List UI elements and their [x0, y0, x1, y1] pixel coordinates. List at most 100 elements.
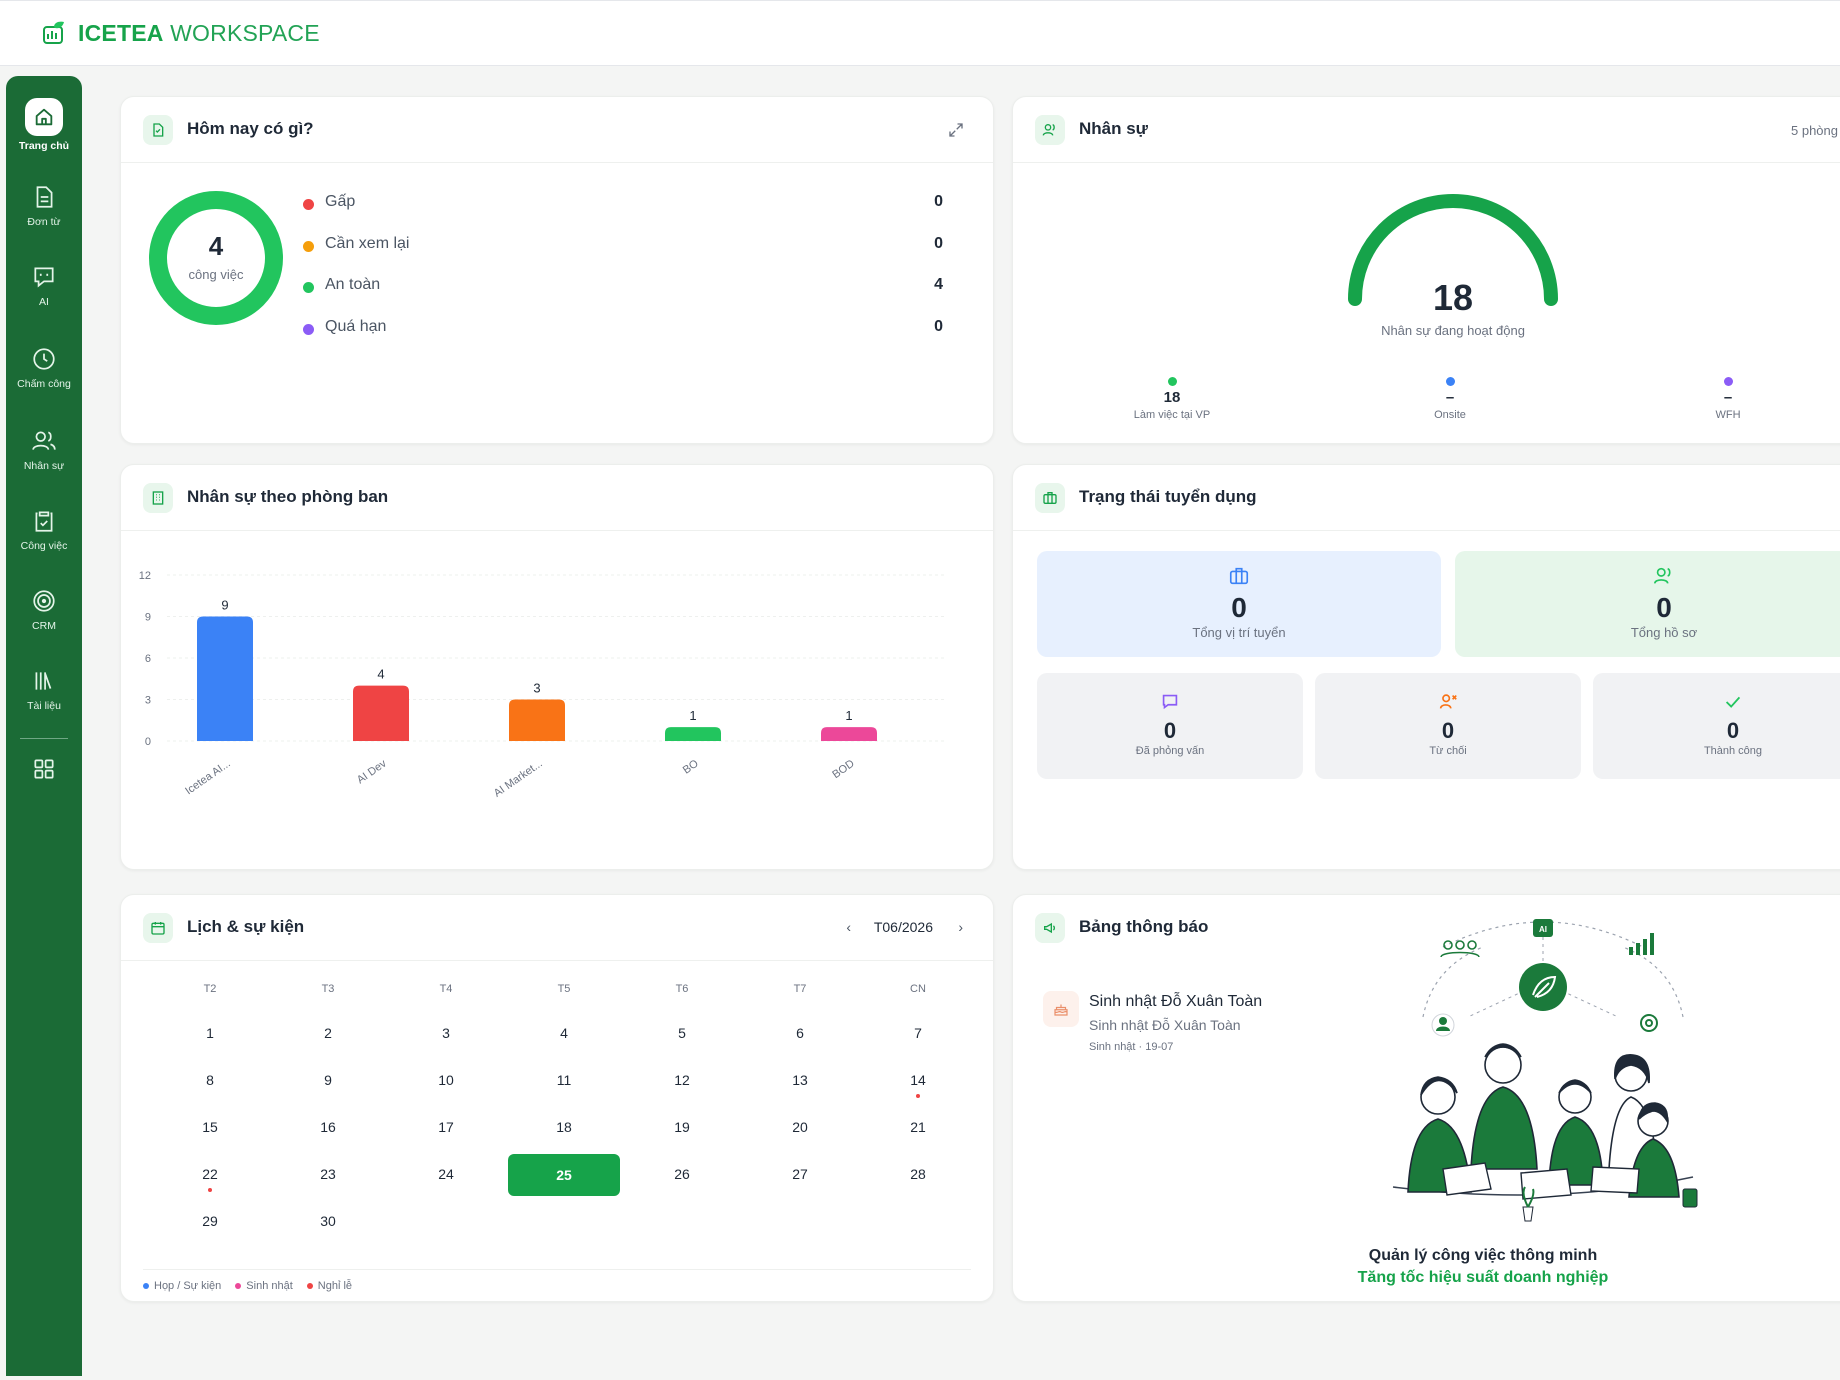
day-number: 15 [202, 1119, 218, 1135]
day-number: 6 [796, 1025, 804, 1041]
sidebar-item-apps[interactable] [6, 756, 82, 782]
calendar-day[interactable]: 27 [741, 1152, 859, 1199]
priority-dot [303, 241, 314, 252]
priority-row-overdue[interactable]: Quá hạn 0 [303, 318, 963, 340]
day-number: 26 [674, 1166, 690, 1182]
calendar-day[interactable]: 3 [387, 1011, 505, 1058]
calendar-day[interactable]: 4 [505, 1011, 623, 1058]
calendar-day[interactable]: 20 [741, 1105, 859, 1152]
calendar-day[interactable]: 30 [269, 1199, 387, 1246]
total-applications-value: 0 [1656, 592, 1672, 623]
promo-line-2: Tăng tốc hiệu suất doanh nghiệp [1357, 1269, 1609, 1286]
day-number: 29 [202, 1213, 218, 1229]
calendar-day[interactable]: 10 [387, 1058, 505, 1105]
cake-icon [1043, 991, 1079, 1027]
calendar-day[interactable]: 26 [623, 1152, 741, 1199]
priority-row-review[interactable]: Cần xem lại 0 [303, 235, 963, 257]
notice-meta: Sinh nhật · 19-07 [1089, 1041, 1174, 1053]
sidebar-item-label: AI [39, 296, 49, 308]
priority-name: Quá hạn [325, 318, 387, 335]
interviewed-tile[interactable]: 0 Đã phỏng vấn [1037, 673, 1303, 779]
brand-name: ICETEA WORKSPACE [78, 20, 320, 47]
priority-name: An toàn [325, 276, 381, 293]
sidebar-item-label: Công việc [20, 540, 68, 552]
calendar-day[interactable]: 23 [269, 1152, 387, 1199]
sidebar-item-docs[interactable]: Tài liệu [6, 668, 82, 712]
clock-icon [33, 348, 55, 370]
svg-text:AI: AI [1539, 925, 1547, 934]
hired-tile[interactable]: 0 Thành công [1593, 673, 1840, 779]
day-number: 28 [910, 1166, 926, 1182]
chat-icon [1162, 694, 1178, 710]
sidebar-item-crm[interactable]: CRM [6, 588, 82, 632]
day-number: 12 [674, 1072, 690, 1088]
notice-item[interactable]: Sinh nhật Đỗ Xuân Toàn Sinh nhật Đỗ Xuân… [1043, 991, 1403, 1061]
bar-value-label: 1 [689, 708, 696, 723]
calendar-day[interactable]: 17 [387, 1105, 505, 1152]
total-applications-tile[interactable]: 0 Tổng hồ sơ [1455, 551, 1840, 657]
y-tick-label: 12 [139, 570, 151, 582]
briefcase-icon [1035, 483, 1065, 513]
sidebar-item-requests[interactable]: Đơn từ [6, 184, 82, 228]
weekday-label: CN [910, 983, 926, 995]
day-number: 22 [202, 1166, 218, 1182]
day-number: 14 [910, 1072, 926, 1088]
calendar-day[interactable]: 21 [859, 1105, 977, 1152]
calendar-day[interactable]: 9 [269, 1058, 387, 1105]
calendar-day[interactable]: 2 [269, 1011, 387, 1058]
calendar-day[interactable]: 24 [387, 1152, 505, 1199]
calendar-day[interactable]: 12 [623, 1058, 741, 1105]
weekday-row: T2 T3 T4 T5 T6 T7 CN [151, 983, 977, 1011]
sidebar-item-tasks[interactable]: Công việc [6, 508, 82, 552]
calendar-title: Lịch & sự kiện [187, 917, 305, 936]
calendar-day[interactable]: 25 [505, 1152, 623, 1199]
prev-month-button[interactable]: ‹ [846, 919, 851, 935]
calendar-day[interactable]: 28 [859, 1152, 977, 1199]
priority-row-safe[interactable]: An toàn 4 [303, 276, 963, 298]
calendar-day[interactable]: 16 [269, 1105, 387, 1152]
calendar-day[interactable]: 29 [151, 1199, 269, 1246]
bar-value-label: 3 [533, 681, 540, 696]
calendar-day[interactable]: 1 [151, 1011, 269, 1058]
calendar-empty-cell [623, 1199, 741, 1246]
calendar-day[interactable]: 11 [505, 1058, 623, 1105]
calendar-day[interactable]: 13 [741, 1058, 859, 1105]
calendar-week-row: 22 23 24 25 26 27 28 [151, 1152, 977, 1199]
sidebar-item-home[interactable]: Trang chủ [6, 98, 82, 152]
stat-office: 18 Làm việc tại VP [1097, 377, 1247, 421]
x-tick-label: BOD [830, 758, 856, 782]
calendar-day[interactable]: 18 [505, 1105, 623, 1152]
calendar-day[interactable]: 8 [151, 1058, 269, 1105]
calendar-empty-cell [505, 1199, 623, 1246]
open-positions-tile[interactable]: 0 Tổng vị trí tuyển [1037, 551, 1441, 657]
day-number: 2 [324, 1025, 332, 1041]
calendar-day[interactable]: 6 [741, 1011, 859, 1058]
priority-row-urgent[interactable]: Gấp 0 [303, 193, 963, 215]
day-number: 23 [320, 1166, 336, 1182]
day-number: 30 [320, 1213, 336, 1229]
sidebar-item-ai[interactable]: AI [6, 264, 82, 308]
calendar-day[interactable]: 14 [859, 1058, 977, 1105]
today-card: Hôm nay có gì? 4 công việc Gấp 0 Cần xem… [120, 96, 994, 444]
expand-icon[interactable] [947, 121, 965, 139]
day-number: 21 [910, 1119, 926, 1135]
sidebar-item-hr[interactable]: Nhân sự [6, 428, 82, 472]
calendar-day[interactable]: 5 [623, 1011, 741, 1058]
priority-count: 0 [934, 235, 943, 252]
sidebar-item-attendance[interactable]: Chấm công [6, 346, 82, 390]
calendar-empty-cell [387, 1199, 505, 1246]
calendar-day[interactable]: 7 [859, 1011, 977, 1058]
calendar-day[interactable]: 22 [151, 1152, 269, 1199]
rejected-tile[interactable]: 0 Từ chối [1315, 673, 1581, 779]
calendar-day[interactable]: 19 [623, 1105, 741, 1152]
home-icon [35, 108, 53, 126]
sidebar-item-label: Tài liệu [27, 700, 61, 712]
next-month-button[interactable]: › [958, 919, 963, 935]
sidebar: Trang chủ Đơn từ AI Chấm công Nhân sự Cô… [6, 76, 82, 1376]
users-icon [1035, 115, 1065, 145]
brand[interactable]: ICETEA WORKSPACE [40, 19, 320, 47]
hired-value: 0 [1726, 718, 1740, 743]
calendar-day[interactable]: 15 [151, 1105, 269, 1152]
library-icon [35, 672, 52, 690]
priority-count: 4 [934, 276, 943, 293]
